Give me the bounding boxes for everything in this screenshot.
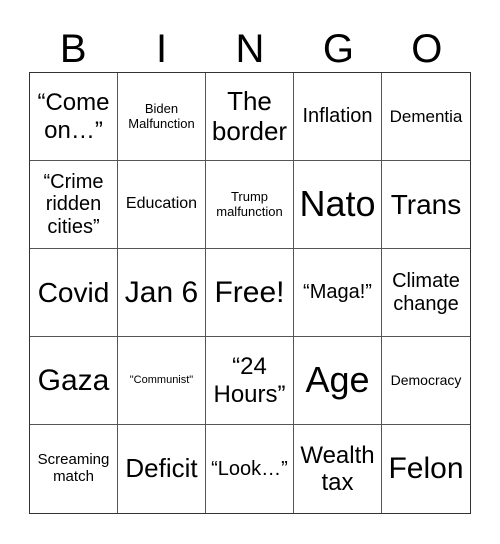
header-letter-o: O xyxy=(411,27,443,71)
bingo-cell-text: "Communist" xyxy=(129,374,194,387)
bingo-cell[interactable]: “Maga!” xyxy=(294,249,382,337)
bingo-cell-text: The border xyxy=(211,86,288,146)
bingo-cell-text: “Crime ridden cities” xyxy=(43,170,104,238)
bingo-cell[interactable]: Nato xyxy=(294,161,382,249)
header-letter-i: I xyxy=(156,27,168,71)
bingo-cell[interactable]: “Come on…” xyxy=(30,73,118,161)
bingo-cell-text: Nato xyxy=(299,183,376,225)
bingo-cell-text: Education xyxy=(125,195,198,213)
bingo-cell-text: Screaming match xyxy=(37,451,110,485)
bingo-cell[interactable]: Inflation xyxy=(294,73,382,161)
bingo-cell[interactable]: The border xyxy=(206,73,294,161)
bingo-cell[interactable]: Age xyxy=(294,337,382,425)
bingo-cell-text: “Look…” xyxy=(211,457,288,480)
bingo-cell-text: Deficit xyxy=(125,453,198,484)
bingo-cell[interactable]: "Communist" xyxy=(118,337,206,425)
bingo-cell[interactable]: Covid xyxy=(30,249,118,337)
bingo-cell-text: Wealth tax xyxy=(300,441,375,496)
bingo-cell-text: Inflation xyxy=(302,105,373,128)
header-letter-n: N xyxy=(235,27,265,71)
bingo-cell[interactable]: Jan 6 xyxy=(118,249,206,337)
header-letter-b: B xyxy=(59,27,87,71)
bingo-cell-text: Age xyxy=(305,359,370,401)
bingo-cell[interactable]: Dementia xyxy=(382,73,470,161)
bingo-cell-text: Trans xyxy=(390,188,462,220)
bingo-cell-text: Dementia xyxy=(389,106,463,126)
bingo-cell[interactable]: Screaming match xyxy=(30,425,118,513)
bingo-cell-text: Democracy xyxy=(390,371,462,388)
bingo-cell[interactable]: Biden Malfunction xyxy=(118,73,206,161)
bingo-cell[interactable]: Felon xyxy=(382,425,470,513)
bingo-grid: “Come on…” Biden Malfunction The border Inf… xyxy=(29,72,471,514)
bingo-cell[interactable]: Wealth tax xyxy=(294,425,382,513)
bingo-cell[interactable]: “Look…” xyxy=(206,425,294,513)
bingo-cell-text: Free! xyxy=(214,275,285,309)
bingo-cell[interactable]: Climate change xyxy=(382,249,470,337)
bingo-cell-text: Trump malfunction xyxy=(216,188,283,219)
bingo-cell-text: Felon xyxy=(388,452,464,486)
bingo-header: B I N G O xyxy=(29,26,471,72)
bingo-cell[interactable]: Gaza xyxy=(30,337,118,425)
bingo-cell[interactable]: Trans xyxy=(382,161,470,249)
bingo-cell[interactable]: Democracy xyxy=(382,337,470,425)
bingo-cell-text: Climate change xyxy=(392,269,460,315)
bingo-cell[interactable]: Deficit xyxy=(118,425,206,513)
bingo-cell[interactable]: “Crime ridden cities” xyxy=(30,161,118,249)
bingo-cell[interactable]: Trump malfunction xyxy=(206,161,294,249)
bingo-cell[interactable]: Free! xyxy=(206,249,294,337)
bingo-cell-text: Gaza xyxy=(37,363,110,397)
bingo-cell[interactable]: “24 Hours” xyxy=(206,337,294,425)
bingo-cell[interactable]: Education xyxy=(118,161,206,249)
bingo-cell-text: Biden Malfunction xyxy=(128,100,195,131)
bingo-cell-text: “Come on…” xyxy=(37,89,110,144)
bingo-cell-text: Covid xyxy=(37,276,110,308)
bingo-cell-text: “24 Hours” xyxy=(213,353,286,408)
bingo-cell-text: “Maga!” xyxy=(303,281,372,304)
header-letter-g: G xyxy=(322,27,354,71)
bingo-cell-text: Jan 6 xyxy=(124,275,199,309)
